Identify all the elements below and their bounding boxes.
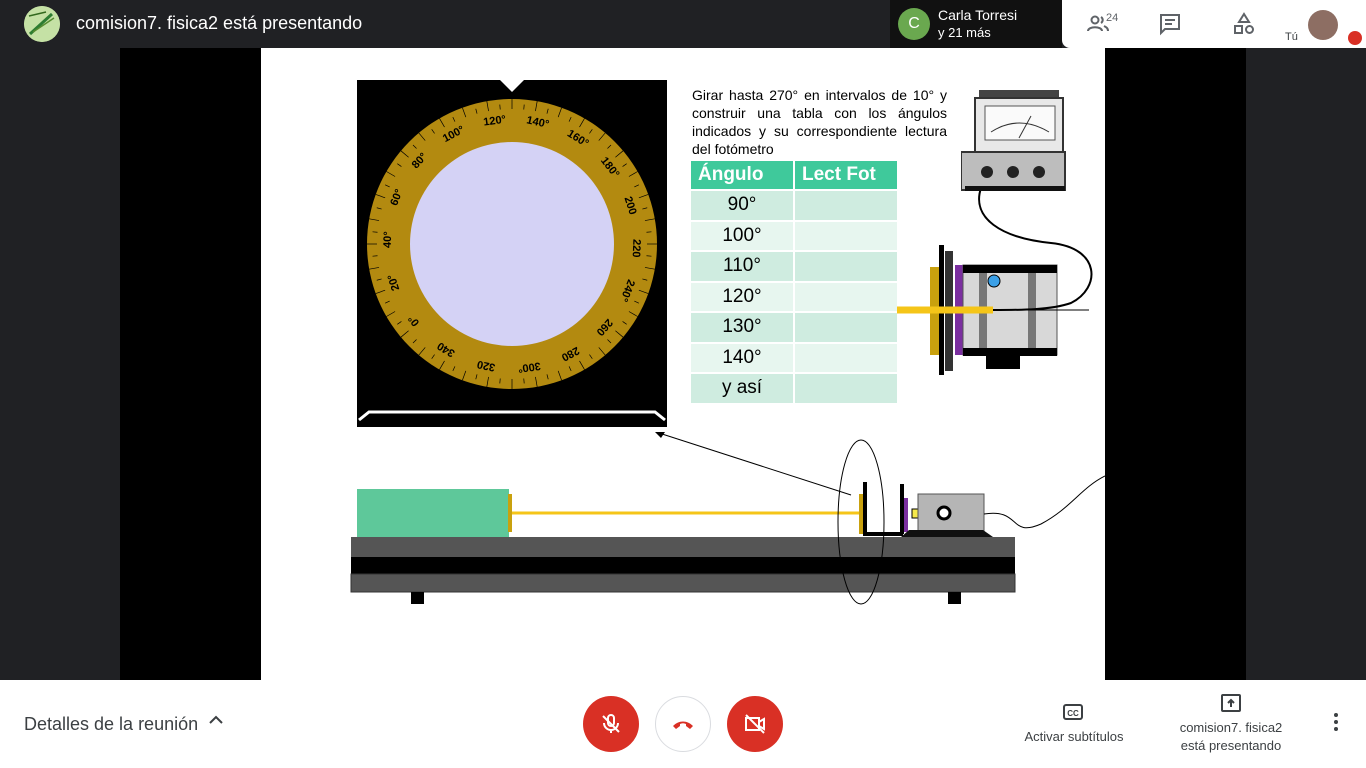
dial-label: 220 [630, 239, 643, 258]
angle-cell: y así [691, 374, 793, 403]
table-row: 140° [691, 343, 897, 372]
pointer-arrow-head [655, 432, 665, 438]
reading-cell [795, 221, 897, 250]
laser-source [357, 489, 509, 537]
table-row: 110° [691, 252, 897, 281]
present-label-secondary: está presentando [1180, 738, 1282, 753]
self-mute-indicator-icon [1348, 31, 1362, 45]
zoom-detector-foot [986, 355, 1020, 369]
leave-call-button[interactable] [655, 696, 711, 752]
participant-chip[interactable]: C Carla Torresi y 21 más [890, 0, 1062, 48]
table-row: 120° [691, 282, 897, 311]
chat-button[interactable] [1150, 8, 1190, 40]
bench-top [351, 537, 1015, 557]
participant-avatar: C [898, 8, 930, 40]
bench-foot-left [411, 592, 424, 604]
self-avatar[interactable] [1308, 10, 1338, 40]
polarizer-holder [863, 482, 867, 534]
bottom-bar: Detalles de la reunión CC Activar subtít… [0, 680, 1366, 768]
present-icon[interactable] [1220, 693, 1242, 713]
zoom-detector-top [963, 265, 1057, 273]
detector-window [911, 508, 919, 519]
zoom-sensor [987, 274, 1001, 288]
bench-bottom [350, 573, 1016, 593]
bench-foot-right [948, 592, 961, 604]
photometer-image [960, 88, 1073, 193]
table-row: 100° [691, 221, 897, 250]
captions-label[interactable]: Activar subtítulos [1018, 729, 1130, 744]
participant-name: Carla Torresi [938, 7, 1018, 23]
camera-toggle-button[interactable] [727, 696, 783, 752]
angle-cell: 130° [691, 313, 793, 342]
bench-middle [351, 557, 1015, 574]
self-label: Tú [1285, 31, 1298, 43]
chat-icon [1160, 14, 1180, 36]
angle-cell: 120° [691, 282, 793, 311]
table-row: y así [691, 374, 897, 403]
laser-aperture [508, 494, 512, 532]
detector-base [901, 530, 993, 537]
svg-text:CC: CC [1067, 709, 1079, 718]
angle-reading-table: Ángulo Lect Fot 90° 100° 110° 120° 130° … [689, 159, 899, 405]
detector-port [936, 505, 952, 521]
dial-label: 40° [382, 231, 395, 248]
chevron-up-icon[interactable] [206, 710, 226, 730]
dial-stand [358, 410, 666, 422]
meeting-details-button[interactable]: Detalles de la reunión [24, 714, 198, 735]
angle-cell: 100° [691, 221, 793, 250]
mic-off-icon [602, 714, 620, 733]
instructions-text: Girar hasta 270° en intervalos de 10° y … [692, 87, 947, 157]
reading-cell [795, 313, 897, 342]
angle-cell: 110° [691, 252, 793, 281]
angle-cell: 140° [691, 343, 793, 372]
dial-center [410, 142, 614, 346]
activities-button[interactable] [1224, 8, 1264, 40]
reading-cell [795, 374, 897, 403]
reading-cell [795, 282, 897, 311]
table-row: 130° [691, 313, 897, 342]
polarizer-ring [859, 494, 863, 534]
table-row: 90° [691, 191, 897, 220]
activities-icon [1234, 12, 1254, 34]
reading-cell [795, 343, 897, 372]
reading-cell [795, 191, 897, 220]
angle-cell: 90° [691, 191, 793, 220]
pointer-arrow [658, 432, 852, 496]
captions-icon[interactable]: CC [1062, 702, 1084, 722]
more-vert-icon[interactable] [1324, 710, 1348, 734]
presentation-slide: 0° 20° 40° 60° 80° 100° 120° 140° 160° 180° 200 220… [261, 48, 1105, 680]
analyzer-holder [900, 484, 904, 534]
camera-off-icon [745, 714, 765, 734]
protractor-dial: 0° 20° 40° 60° 80° 100° 120° 140° 160° 180° 200 220… [357, 80, 667, 427]
analyzer-filter [904, 498, 908, 532]
header-angle: Ángulo [691, 161, 793, 189]
zoom-detector-bottom [963, 348, 1057, 356]
holder-base [863, 532, 903, 536]
mic-toggle-button[interactable] [583, 696, 639, 752]
reading-cell [795, 252, 897, 281]
presenting-title: comision7. fisica2 está presentando [76, 13, 363, 33]
pen-logo-icon [24, 6, 60, 42]
hangup-icon [673, 721, 693, 729]
detector-cable [983, 475, 1105, 529]
participant-more: y 21 más [938, 25, 991, 40]
header-reading: Lect Fot [795, 161, 897, 189]
present-label[interactable]: comision7. fisica2 [1168, 720, 1294, 735]
people-count: 24 [1106, 12, 1119, 24]
top-bar: comision7. fisica2 está presentando C Ca… [0, 0, 1366, 48]
dial-pointer [500, 80, 524, 92]
